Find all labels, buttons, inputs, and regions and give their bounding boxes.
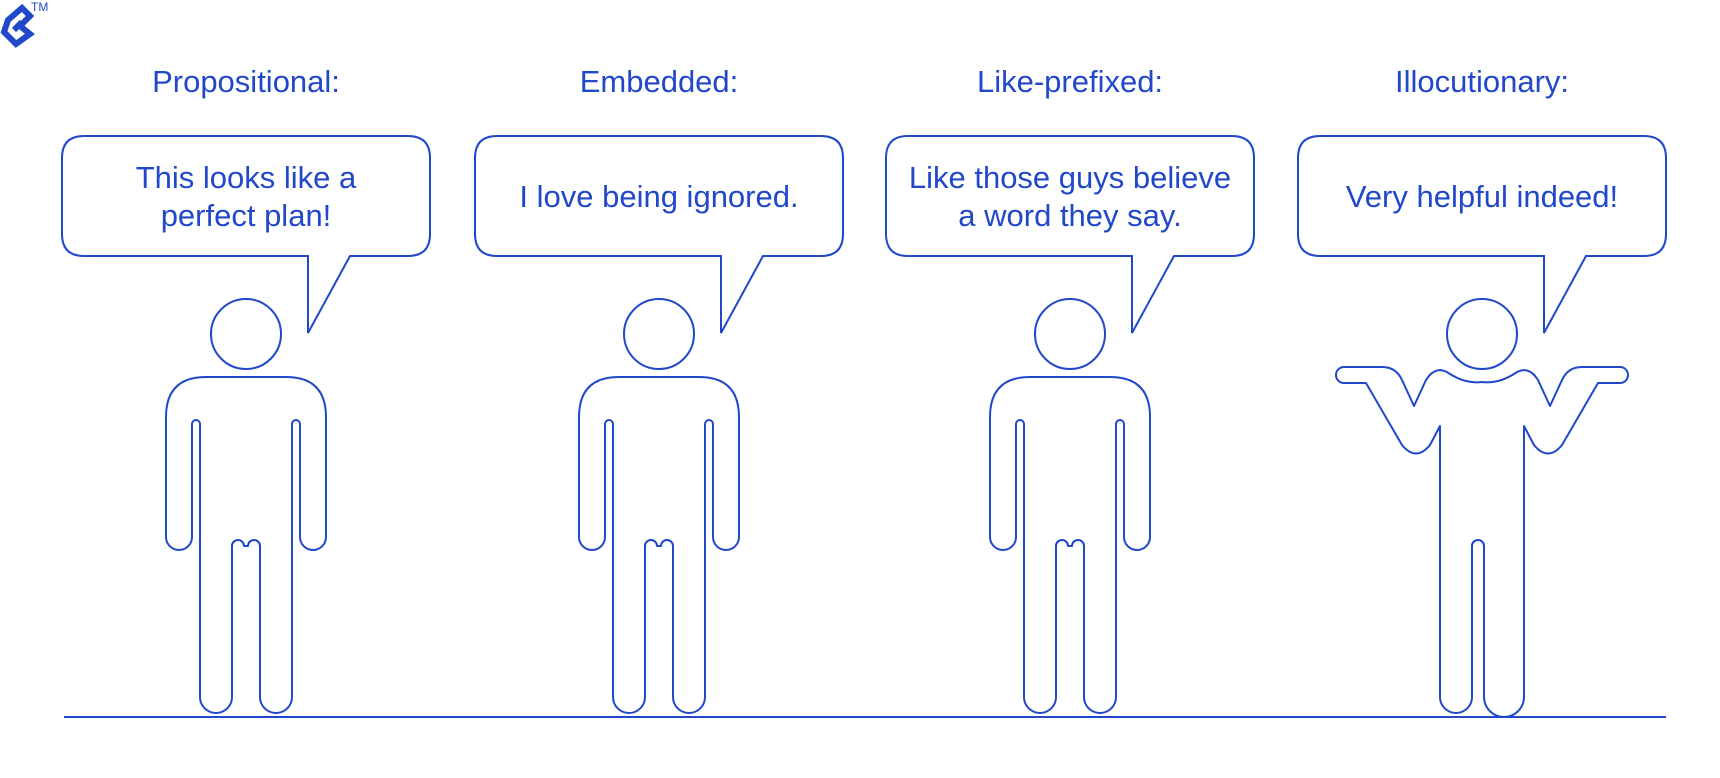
panel-label: Propositional: [152,64,340,99]
head-icon [623,298,695,370]
panel-3: Like-prefixed: Like those guys believea w… [885,64,1255,714]
quote-line: Like those guys believe [909,160,1231,195]
body-shape [989,376,1151,714]
logo: TM [0,0,48,48]
quote-line: Very helpful indeed! [1346,179,1618,214]
standing-person-icon [165,298,327,714]
panel-label: Like-prefixed: [977,64,1163,99]
toptal-logo-icon [0,3,35,48]
head-icon [210,298,282,370]
body-shape [578,376,740,714]
quote-line: perfect plan! [161,198,332,233]
quote-line: a word they say. [958,198,1181,233]
logo-trademark: TM [31,0,48,14]
speech-bubble [1297,135,1667,334]
panel-2: Embedded: I love being ignored. [474,64,844,714]
head-icon [1034,298,1106,370]
panel-4: Illocutionary: Very helpful indeed! [1297,64,1667,718]
quote-line: I love being ignored. [519,179,798,214]
panels: Propositional: This looks like aperfect p… [61,64,1667,718]
standing-person-icon [989,298,1151,714]
body-shape [165,376,327,714]
body-shape [1335,366,1629,718]
speech-bubble [474,135,844,334]
sarcasm-types-diagram: TM Propositional: This looks like aperfec… [0,0,1667,718]
head-icon [1446,298,1518,370]
panel-1: Propositional: This looks like aperfect p… [61,64,431,714]
panel-label: Embedded: [580,64,739,99]
standing-person-icon [578,298,740,714]
quote-line: This looks like a [136,160,357,195]
panel-label: Illocutionary: [1395,64,1569,99]
shrugging-person-icon [1335,298,1629,718]
